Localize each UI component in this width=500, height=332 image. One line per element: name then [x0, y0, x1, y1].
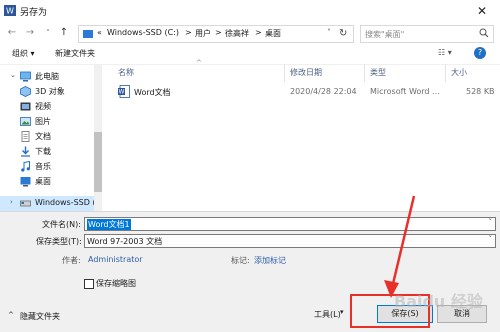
- navigation-pane: ⌄ 此电脑 3D 对象 视频 图片 文档 下载 音乐 桌面 › Windows-…: [0, 64, 102, 211]
- sidebar-item-label: 桌面: [35, 177, 51, 186]
- pictures-icon: [20, 117, 31, 126]
- address-dropdown-chevron-icon[interactable]: ˅: [327, 28, 331, 37]
- breadcrumb-separator: >: [255, 28, 262, 37]
- expand-chevron-icon[interactable]: ›: [10, 198, 13, 206]
- sidebar-item-label: 图片: [35, 117, 51, 126]
- watermark: Baidu 经验: [394, 292, 483, 311]
- column-header-type[interactable]: 类型: [370, 67, 386, 78]
- sidebar-item-label: 视频: [35, 102, 51, 111]
- sidebar-item-desktop[interactable]: 桌面: [0, 174, 94, 189]
- help-icon[interactable]: ?: [474, 47, 486, 59]
- filetype-value: Word 97-2003 文档: [87, 237, 163, 246]
- column-divider[interactable]: [284, 64, 285, 82]
- address-bar[interactable]: « Windows-SSD (C:) > 用户 > 徐高祥 > 桌面 ˅ ↻: [78, 25, 354, 43]
- sidebar-item-this-pc[interactable]: ⌄ 此电脑: [0, 69, 94, 84]
- new-folder-button[interactable]: 新建文件夹: [55, 48, 95, 59]
- video-icon: [20, 102, 31, 111]
- filename-label: 文件名(N):: [42, 220, 81, 229]
- author-label: 作者:: [62, 256, 81, 265]
- close-button[interactable]: ✕: [470, 3, 494, 19]
- filetype-label: 保存类型(T):: [36, 237, 82, 246]
- sidebar-item-label: 文档: [35, 132, 51, 141]
- downloads-icon: [21, 146, 30, 157]
- sidebar-item-3d-objects[interactable]: 3D 对象: [0, 84, 94, 99]
- word-document-icon: W: [118, 85, 130, 98]
- thumbnail-checkbox[interactable]: [84, 279, 94, 289]
- sidebar-item-windows-ssd[interactable]: › Windows-SSD (: [0, 196, 96, 211]
- back-button[interactable]: ←: [4, 25, 20, 41]
- filename-value: Word文档1: [87, 219, 131, 230]
- organize-menu[interactable]: 组织 ▾: [12, 48, 35, 59]
- sidebar-item-documents[interactable]: 文档: [0, 129, 94, 144]
- desktop-icon: [20, 177, 31, 187]
- folder-icon: [83, 30, 93, 38]
- view-options-icon[interactable]: ☷ ▾: [438, 48, 452, 57]
- annotation-arrow-icon: [384, 195, 416, 298]
- tools-dropdown-chevron-icon[interactable]: ▾: [340, 308, 344, 316]
- column-header-size[interactable]: 大小: [451, 67, 467, 78]
- title-bar: W 另存为 ✕: [0, 0, 500, 22]
- search-box[interactable]: 搜索"桌面": [360, 25, 494, 43]
- hide-folders-chevron-icon[interactable]: ^: [8, 311, 14, 319]
- filename-input[interactable]: Word文档1 ˅: [84, 217, 496, 231]
- 3d-objects-icon: [20, 86, 31, 97]
- sidebar-item-label: Windows-SSD (: [35, 198, 96, 207]
- breadcrumb-separator: >: [215, 28, 222, 37]
- breadcrumb-overflow[interactable]: «: [97, 28, 102, 37]
- hide-folders-button[interactable]: 隐藏文件夹: [20, 311, 60, 322]
- column-divider[interactable]: [364, 64, 365, 82]
- music-icon: [21, 161, 30, 172]
- breadcrumb-users[interactable]: 用户: [195, 28, 211, 39]
- tags-label: 标记:: [231, 256, 250, 265]
- navigation-bar: ← → ˅ ↑ « Windows-SSD (C:) > 用户 > 徐高祥 > …: [0, 22, 500, 44]
- sidebar-item-label: 3D 对象: [35, 87, 65, 96]
- search-icon: [479, 28, 489, 38]
- breadcrumb-user[interactable]: 徐高祥: [225, 28, 249, 39]
- column-header-modified[interactable]: 修改日期: [290, 67, 322, 78]
- navigation-scrollbar-thumb[interactable]: [94, 132, 102, 192]
- file-modified: 2020/4/28 22:04: [290, 87, 357, 96]
- refresh-icon[interactable]: ↻: [339, 28, 347, 39]
- sidebar-item-label: 此电脑: [35, 72, 59, 81]
- recent-locations-chevron-icon[interactable]: ˅: [40, 25, 56, 41]
- tags-value[interactable]: 添加标记: [254, 255, 286, 266]
- file-size: 528 KB: [466, 87, 495, 96]
- filetype-dropdown-chevron-icon[interactable]: ˅: [489, 235, 493, 243]
- svg-text:W: W: [6, 7, 14, 16]
- search-placeholder: 搜索"桌面": [365, 30, 405, 39]
- file-type: Microsoft Word ...: [370, 87, 440, 96]
- collapse-chevron-icon[interactable]: ⌄: [10, 71, 16, 79]
- sidebar-item-pictures[interactable]: 图片: [0, 114, 94, 129]
- column-header-name[interactable]: 名称: [118, 67, 134, 78]
- computer-icon: [20, 71, 31, 82]
- thumbnail-label: 保存缩略图: [96, 279, 136, 288]
- up-button[interactable]: ↑: [56, 25, 72, 41]
- table-row[interactable]: W Word文档 2020/4/28 22:04 Microsoft Word …: [110, 84, 495, 100]
- documents-icon: [21, 131, 30, 142]
- breadcrumb-drive[interactable]: Windows-SSD (C:): [107, 28, 179, 37]
- drive-icon: [20, 200, 31, 207]
- breadcrumb-separator: >: [185, 28, 192, 37]
- forward-button[interactable]: →: [22, 25, 38, 41]
- breadcrumb-desktop[interactable]: 桌面: [265, 28, 281, 39]
- sidebar-item-videos[interactable]: 视频: [0, 99, 94, 114]
- word-app-icon: W: [4, 5, 16, 16]
- sort-chevron-icon: ^: [196, 59, 202, 67]
- sidebar-item-label: 下载: [35, 147, 51, 156]
- author-value[interactable]: Administrator: [88, 255, 143, 264]
- column-divider[interactable]: [445, 64, 446, 82]
- filetype-select[interactable]: Word 97-2003 文档 ˅: [84, 234, 496, 248]
- sidebar-item-label: 音乐: [35, 162, 51, 171]
- command-bar: 组织 ▾ 新建文件夹 ☷ ▾ ?: [0, 44, 500, 65]
- tools-menu[interactable]: 工具(L): [314, 309, 341, 320]
- svg-text:W: W: [119, 89, 125, 96]
- filename-dropdown-chevron-icon[interactable]: ˅: [489, 218, 493, 226]
- sidebar-item-downloads[interactable]: 下载: [0, 144, 94, 159]
- window-title: 另存为: [20, 8, 48, 18]
- sidebar-item-music[interactable]: 音乐: [0, 159, 94, 174]
- file-name: Word文档: [134, 88, 171, 97]
